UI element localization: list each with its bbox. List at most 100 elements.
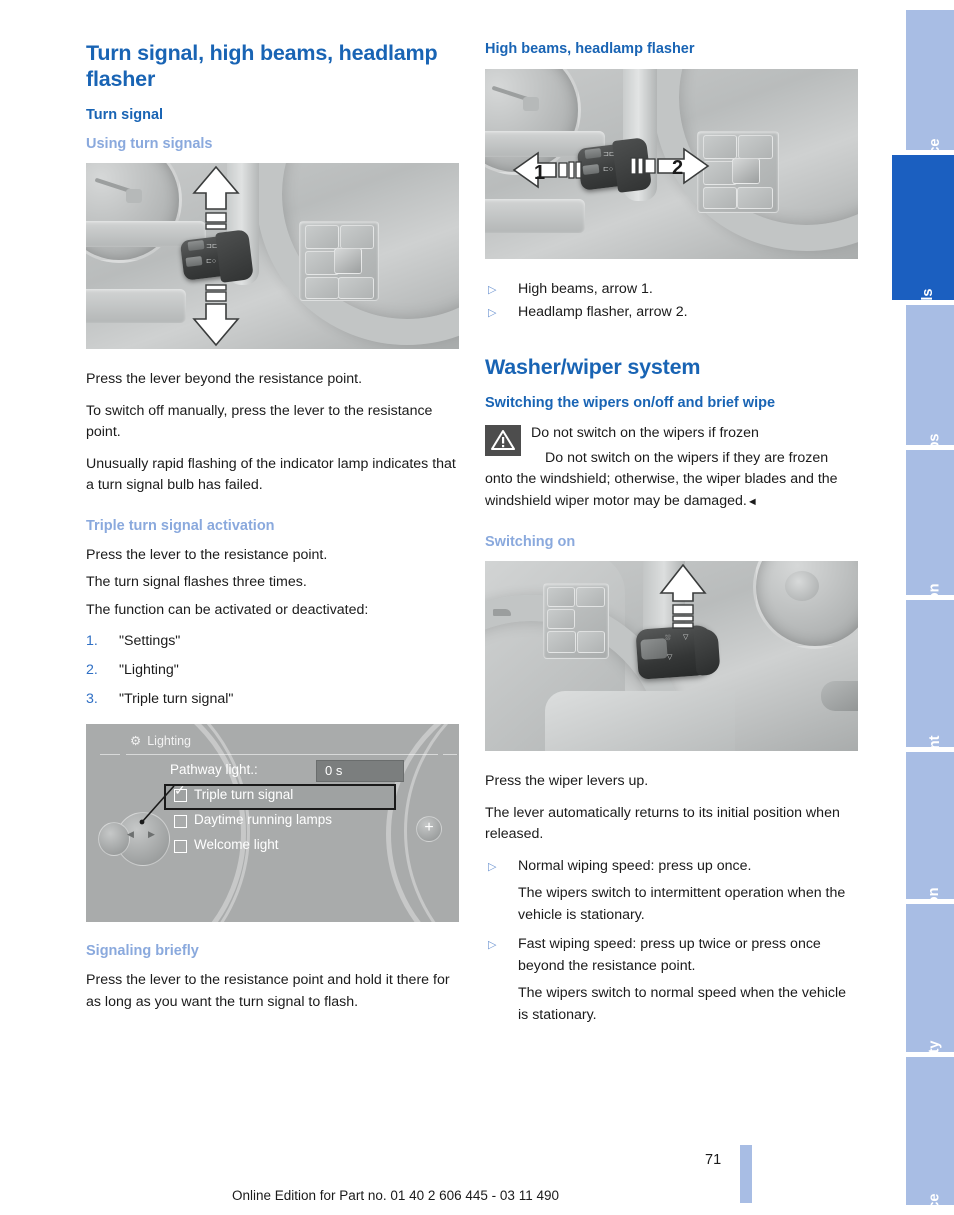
bullet-text: Headlamp flasher, arrow 2. bbox=[518, 303, 688, 320]
wheel-button-5 bbox=[338, 277, 374, 299]
subheading-signaling-briefly: Signaling briefly bbox=[86, 943, 199, 959]
tab-communication[interactable]: Communication bbox=[906, 752, 954, 997]
park-glyph: ⌐ bbox=[620, 167, 625, 174]
page-number-bar bbox=[740, 1145, 752, 1203]
wheel-button-5 bbox=[577, 631, 605, 653]
wheel-button-3 bbox=[547, 609, 575, 629]
idrive-row-label-welcome[interactable]: Welcome light bbox=[194, 837, 279, 852]
warning-body: Do not switch on the wipers if they are … bbox=[485, 448, 858, 514]
tab-label: Reference bbox=[927, 1193, 943, 1215]
bullet-text: High beams, arrow 1. bbox=[518, 281, 653, 297]
photo-high-beams-flasher: ⊐⊏ ⊏○ ✧ ⌐ 1 2 bbox=[485, 69, 858, 259]
paragraph-activate-deactivate: The function can be activated or deactiv… bbox=[86, 601, 369, 618]
steering-wheel-rim-shape bbox=[256, 163, 459, 345]
svg-text:1: 1 bbox=[534, 162, 545, 184]
step-number: 1. bbox=[86, 633, 98, 649]
low-beam-glyph: ⊏○ bbox=[603, 166, 614, 173]
right-gauge-shape bbox=[753, 561, 858, 649]
tab-mobility[interactable]: Mobility bbox=[906, 904, 954, 1095]
arrow-2-headlamp-flasher: 2 bbox=[630, 147, 710, 185]
wheel-button-1 bbox=[305, 225, 339, 249]
triangle-bullet-icon: ▷ bbox=[488, 860, 497, 873]
lower-dash-shape bbox=[545, 691, 735, 751]
tab-controls[interactable]: Controls bbox=[892, 155, 954, 348]
paragraph-rapid-flashing: Unusually rapid flashing of the indicato… bbox=[86, 455, 456, 494]
dash-slab-lower-shape bbox=[86, 289, 186, 323]
step-label: "Settings" bbox=[119, 633, 181, 649]
paragraph-press-lever: Press the lever beyond the resistance po… bbox=[86, 371, 363, 387]
idrive-row-label-daytime[interactable]: Daytime running lamps bbox=[194, 812, 332, 827]
triangle-bullet-icon: ▷ bbox=[488, 306, 497, 319]
paragraph-signaling-briefly: Press the lever to the resistance point … bbox=[86, 972, 450, 1010]
paragraph-press-wiper-levers: Press the wiper levers up. bbox=[485, 773, 649, 789]
paragraph-switch-off: To switch off manually, press the lever … bbox=[86, 402, 433, 441]
tab-navigation[interactable]: Navigation bbox=[906, 450, 954, 657]
subheading-triple-turn-signal: Triple turn signal activation bbox=[86, 517, 275, 534]
section-title-washer-wiper: Washer/wiper system bbox=[485, 355, 701, 379]
page-title: Turn signal, high beams, headlamp flashe… bbox=[86, 41, 438, 91]
warning-block: Do not switch on the wipers if frozen Do… bbox=[485, 423, 858, 513]
wheel-thumbwheel bbox=[334, 248, 362, 274]
tab-driving-tips[interactable]: Driving tips bbox=[906, 305, 954, 513]
idrive-row-label-pathway[interactable]: Pathway light.: bbox=[170, 762, 258, 777]
idrive-header-label: Lighting bbox=[147, 734, 192, 748]
warning-triangle-icon bbox=[485, 425, 521, 456]
section-heading-turn-signal: Turn signal bbox=[86, 107, 164, 123]
manual-page: Turn signal, high beams, headlamp flashe… bbox=[0, 0, 954, 1215]
step-label: "Triple turn signal" bbox=[119, 691, 234, 707]
page-number: 71 bbox=[705, 1152, 722, 1168]
washer-glyph: ⛆ bbox=[665, 635, 671, 642]
step-number: 3. bbox=[86, 691, 98, 707]
wheel-button-4 bbox=[703, 187, 737, 209]
high-beam-bullet-list: ▷ High beams, arrow 1. ▷ Headlamp flashe… bbox=[485, 279, 858, 323]
wiper-stalk-thumbwheel bbox=[640, 638, 668, 660]
start-stop-button[interactable]: START STOP ENGINE bbox=[485, 561, 523, 599]
warning-body-text: Do not switch on the wipers if they are … bbox=[485, 449, 838, 509]
list-item: ▷ Fast wiping speed: press up twice or p… bbox=[485, 934, 858, 977]
wheel-button-4 bbox=[305, 277, 339, 299]
updown-motion-arrows bbox=[192, 165, 240, 347]
turn-arrows-glyph: ✧ bbox=[620, 150, 626, 157]
photo-wiper-stalk: ⛆ ▽ ▽ START STOP ENGINE bbox=[485, 561, 858, 751]
wheel-button-2 bbox=[576, 587, 605, 607]
tab-reference[interactable]: Reference bbox=[906, 1057, 954, 1215]
idrive-row-value-pathway[interactable]: 0 s bbox=[316, 760, 404, 782]
wiper-glyph-upper: ▽ bbox=[683, 634, 689, 641]
chapter-tab-rail: At a glance Controls Driving tips Naviga… bbox=[885, 0, 954, 1215]
idrive-plus-button[interactable]: + bbox=[416, 816, 442, 842]
photo-turn-signal-stalk: ⊐⊏ ⊏○ ✧ ⌐ bbox=[86, 163, 459, 349]
start-stop-label: START STOP ENGINE bbox=[492, 572, 516, 592]
svg-text:2: 2 bbox=[672, 157, 683, 179]
list-item: 1. "Settings" bbox=[86, 627, 459, 656]
dash-slab-lower-shape bbox=[485, 199, 585, 233]
footer-edition-line: Online Edition for Part no. 01 40 2 606 … bbox=[232, 1188, 559, 1203]
step-label: "Lighting" bbox=[119, 662, 179, 678]
wheel-button-2 bbox=[340, 225, 374, 249]
high-beam-glyph: ⊐⊏ bbox=[603, 151, 615, 158]
idrive-header: ⚙ Lighting bbox=[130, 733, 191, 748]
checkbox-welcome-light[interactable] bbox=[174, 840, 187, 853]
bullet-text: Fast wiping speed: press up twice or pre… bbox=[518, 936, 821, 974]
wheel-thumbwheel bbox=[732, 158, 760, 184]
subheading-switching-wipers: Switching the wipers on/off and brief wi… bbox=[485, 395, 776, 411]
arrow-1-high-beams: 1 bbox=[512, 151, 582, 189]
wiper-stalk-tip bbox=[693, 628, 721, 676]
bullet-text: The wipers switch to intermittent operat… bbox=[518, 885, 846, 923]
tab-at-a-glance[interactable]: At a glance bbox=[906, 10, 954, 215]
wheel-switch-panel bbox=[543, 583, 609, 659]
wheel-button-3 bbox=[305, 251, 339, 275]
idrive-menu-screenshot: ⚙ Lighting Pathway light.: 0 s ✓ Triple t… bbox=[86, 724, 459, 922]
idrive-header-rule bbox=[126, 754, 438, 755]
instrument-cluster-shape bbox=[86, 163, 182, 263]
left-column: Turn signal, high beams, headlamp flashe… bbox=[86, 40, 459, 1023]
list-item: ▷ Normal wiping speed: press up once. bbox=[485, 856, 858, 878]
right-gauge-face bbox=[785, 571, 819, 601]
paragraph-press-to-resistance: Press the lever to the resistance point. bbox=[86, 546, 328, 563]
list-item-continuation: The wipers switch to intermittent operat… bbox=[485, 883, 858, 926]
tab-entertainment[interactable]: Entertainment bbox=[906, 600, 954, 833]
subheading-switching-on: Switching on bbox=[485, 534, 576, 550]
gear-icon: ⚙ bbox=[130, 734, 142, 748]
idrive-row-label-triple[interactable]: Triple turn signal bbox=[194, 787, 293, 802]
menu-path-steps: 1. "Settings" 2. "Lighting" 3. "Triple t… bbox=[86, 627, 459, 714]
warning-end-mark: ◄ bbox=[746, 495, 758, 508]
